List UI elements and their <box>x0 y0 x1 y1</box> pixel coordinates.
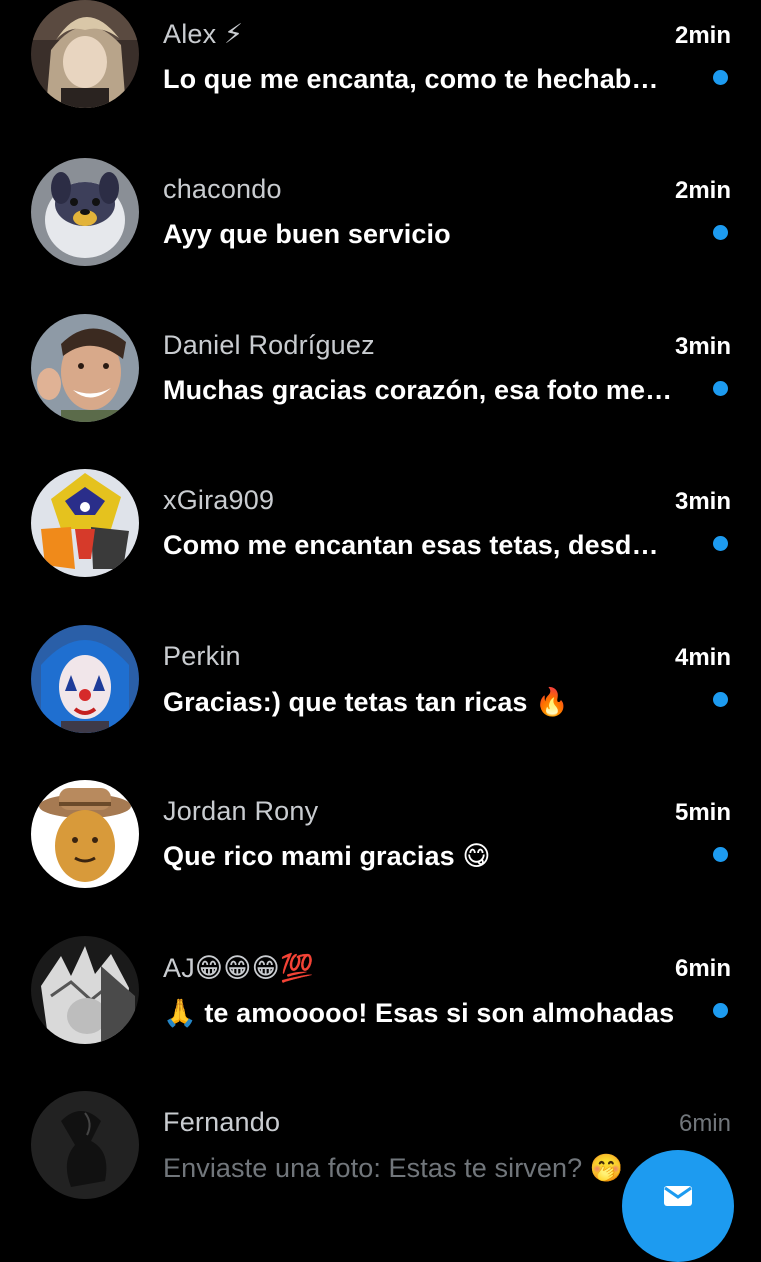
unread-dot <box>713 381 728 396</box>
unread-dot <box>713 536 728 551</box>
unread-dot <box>713 847 728 862</box>
unread-dot <box>713 1003 728 1018</box>
message-preview: 🙏 te amooooo! Esas si son almohadas <box>163 998 675 1028</box>
message-time: 4min <box>674 644 731 671</box>
message-preview: Como me encantan esas tetas, desd… <box>163 530 659 560</box>
contact-name: Jordan Rony <box>163 796 319 826</box>
message-preview: Gracias:) que tetas tan ricas 🔥 <box>163 687 569 717</box>
new-message-button[interactable] <box>622 1150 734 1262</box>
message-time: 2min <box>674 177 731 204</box>
avatar-chacondo[interactable] <box>31 158 139 266</box>
avatar-xgira909[interactable] <box>31 469 139 577</box>
contact-name: Fernando <box>163 1107 281 1137</box>
contact-name: AJ😁😁😁💯 <box>163 953 314 983</box>
contact-name: Alex ⚡ <box>163 19 244 49</box>
contact-name: chacondo <box>163 174 282 204</box>
avatar-perkin[interactable] <box>31 625 139 733</box>
avatar-aj[interactable] <box>31 936 139 1044</box>
conversation-row-perkin[interactable]: Perkin 4min Gracias:) que tetas tan rica… <box>0 622 761 777</box>
message-time: 2min <box>674 22 731 49</box>
avatar-jordan[interactable] <box>31 780 139 888</box>
unread-dot <box>713 225 728 240</box>
contact-name: Perkin <box>163 641 241 671</box>
message-time: 6min <box>678 1110 731 1137</box>
avatar-alex[interactable] <box>31 0 139 108</box>
message-time: 6min <box>674 955 731 982</box>
contact-name: xGira909 <box>163 485 275 515</box>
conversation-list: Alex ⚡ 2min Lo que me encanta, como te h… <box>0 0 761 1200</box>
conversation-row-alex[interactable]: Alex ⚡ 2min Lo que me encanta, como te h… <box>0 0 761 155</box>
unread-dot <box>713 692 728 707</box>
message-preview: Ayy que buen servicio <box>163 219 451 249</box>
avatar-daniel[interactable] <box>31 314 139 422</box>
conversation-row-aj[interactable]: AJ😁😁😁💯 6min 🙏 te amooooo! Esas si son al… <box>0 933 761 1088</box>
conversation-row-daniel[interactable]: Daniel Rodríguez 3min Muchas gracias cor… <box>0 311 761 466</box>
avatar-fernando[interactable] <box>31 1091 139 1199</box>
message-preview: Que rico mami gracias 😋 <box>163 841 491 871</box>
conversation-row-xgira909[interactable]: xGira909 3min Como me encantan esas teta… <box>0 466 761 621</box>
message-time: 5min <box>674 799 731 826</box>
unread-dot <box>713 70 728 85</box>
new-message-envelope-icon <box>664 1186 692 1206</box>
message-time: 3min <box>674 333 731 360</box>
message-preview: Muchas gracias corazón, esa foto me… <box>163 375 673 405</box>
conversation-row-jordan[interactable]: Jordan Rony 5min Que rico mami gracias 😋 <box>0 777 761 932</box>
contact-name: Daniel Rodríguez <box>163 330 375 360</box>
message-preview: Lo que me encanta, como te hechab… <box>163 64 659 94</box>
message-preview: Enviaste una foto: Estas te sirven? 🤭 <box>163 1153 624 1183</box>
conversation-row-chacondo[interactable]: chacondo 2min Ayy que buen servicio <box>0 155 761 310</box>
message-time: 3min <box>674 488 731 515</box>
